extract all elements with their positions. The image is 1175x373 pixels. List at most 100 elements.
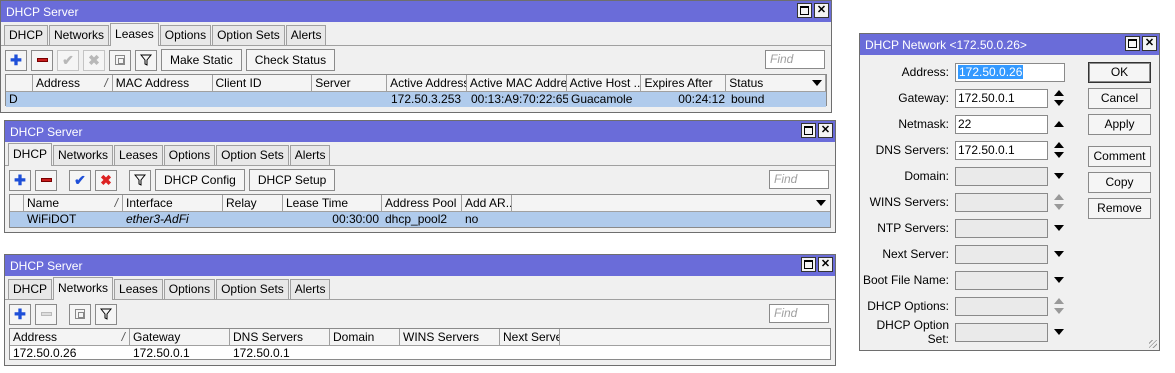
find-input[interactable]: Find — [769, 304, 829, 323]
column-header-active-host[interactable]: Active Host ... — [567, 75, 642, 91]
boot-file-field[interactable] — [955, 270, 1048, 290]
column-header-address-pool[interactable]: Address Pool — [382, 195, 462, 211]
netmask-field[interactable]: 22 — [955, 114, 1048, 134]
tab-networks[interactable]: Networks — [49, 25, 110, 45]
column-header-server[interactable]: Server — [312, 75, 388, 91]
ok-button[interactable]: OK — [1088, 62, 1151, 83]
tab-alerts[interactable]: Alerts — [289, 145, 331, 165]
domain-field[interactable] — [955, 166, 1048, 186]
add-button[interactable]: ✚ — [9, 169, 31, 191]
find-input[interactable]: Find — [765, 50, 825, 69]
tab-dhcp[interactable]: DHCP — [4, 25, 49, 45]
column-header-flag[interactable] — [10, 195, 24, 211]
close-button[interactable]: ✕ — [818, 123, 833, 138]
tab-options[interactable]: Options — [159, 25, 212, 45]
tab-leases[interactable]: Leases — [110, 23, 159, 46]
tab-options[interactable]: Options — [163, 279, 216, 299]
table-row[interactable]: 172.50.0.26 172.50.0.1 172.50.0.1 — [10, 346, 830, 361]
dns-servers-field[interactable]: 172.50.0.1 — [955, 140, 1048, 160]
comment-button[interactable]: Comment — [1088, 146, 1151, 167]
boot-file-expand-icon[interactable] — [1054, 272, 1064, 288]
window-titlebar[interactable]: DHCP Server ✕ — [5, 121, 835, 142]
tab-option-sets[interactable]: Option Sets — [216, 279, 289, 299]
column-header-domain[interactable]: Domain — [330, 329, 400, 345]
ntp-servers-expand-icon[interactable] — [1054, 220, 1064, 236]
dhcp-setup-button[interactable]: DHCP Setup — [248, 169, 336, 191]
tab-leases[interactable]: Leases — [114, 145, 163, 165]
close-button[interactable]: ✕ — [1142, 36, 1157, 51]
column-header-add-arp[interactable]: Add AR... — [462, 195, 512, 211]
remove-button[interactable] — [35, 169, 57, 191]
next-server-field[interactable] — [955, 244, 1048, 264]
check-status-button[interactable]: Check Status — [245, 49, 336, 71]
disable-button[interactable]: ✖ — [83, 49, 105, 71]
tab-options[interactable]: Options — [163, 145, 216, 165]
filter-icon[interactable] — [129, 169, 151, 191]
close-button[interactable]: ✕ — [818, 257, 833, 272]
maximize-button[interactable] — [801, 123, 816, 138]
add-button[interactable]: ✚ — [9, 303, 31, 325]
domain-expand-icon[interactable] — [1054, 168, 1064, 184]
column-header-flag[interactable] — [6, 75, 33, 91]
apply-button[interactable]: Apply — [1088, 114, 1151, 135]
cancel-button[interactable]: Cancel — [1088, 88, 1151, 109]
column-header-relay[interactable]: Relay — [223, 195, 283, 211]
dns-servers-updown-icon[interactable] — [1054, 142, 1064, 158]
column-header-next-server[interactable]: Next Server — [500, 329, 560, 345]
gateway-updown-icon[interactable] — [1054, 90, 1064, 106]
enable-button[interactable]: ✔ — [57, 49, 79, 71]
column-header-expires-after[interactable]: Expires After — [641, 75, 727, 91]
make-static-button[interactable]: Make Static — [161, 49, 242, 71]
maximize-button[interactable] — [801, 257, 816, 272]
column-header-address[interactable]: Address / — [33, 75, 113, 91]
filter-icon[interactable] — [135, 49, 157, 71]
dhcp-options-updown-icon[interactable] — [1054, 298, 1064, 314]
columns-dropdown-icon[interactable] — [816, 200, 826, 206]
gateway-field[interactable]: 172.50.0.1 — [955, 88, 1048, 108]
column-header-gateway[interactable]: Gateway — [130, 329, 230, 345]
column-header-address[interactable]: Address / — [10, 329, 130, 345]
column-header-wins-servers[interactable]: WINS Servers — [400, 329, 500, 345]
column-header-interface[interactable]: Interface — [123, 195, 223, 211]
enable-button[interactable]: ✔ — [69, 169, 91, 191]
address-field[interactable]: 172.50.0.26 — [955, 62, 1065, 82]
option-set-field[interactable] — [955, 322, 1048, 342]
window-titlebar[interactable]: DHCP Server ✕ — [5, 255, 835, 276]
option-set-expand-icon[interactable] — [1054, 324, 1064, 340]
table-row[interactable]: D 172.50.3.253 00:13:A9:70:22:65 Guacamo… — [6, 92, 826, 107]
column-header-name[interactable]: Name / — [24, 195, 123, 211]
tab-alerts[interactable]: Alerts — [289, 279, 331, 299]
tab-option-sets[interactable]: Option Sets — [212, 25, 285, 45]
wins-servers-updown-icon[interactable] — [1054, 194, 1064, 210]
table-row[interactable]: WiFiDOT ether3-AdFi 00:30:00 dhcp_pool2 … — [10, 212, 830, 227]
tab-dhcp[interactable]: DHCP — [8, 143, 53, 166]
disable-button[interactable]: ✖ — [95, 169, 117, 191]
column-header-active-address[interactable]: Active Address — [387, 75, 467, 91]
remove-button[interactable]: Remove — [1088, 198, 1151, 219]
wins-servers-field[interactable] — [955, 192, 1048, 212]
remove-button[interactable] — [35, 303, 57, 325]
dhcp-options-field[interactable] — [955, 296, 1048, 316]
netmask-collapse-icon[interactable] — [1054, 116, 1064, 132]
column-header-mac-address[interactable]: MAC Address — [113, 75, 213, 91]
column-header-client-id[interactable]: Client ID — [213, 75, 313, 91]
resize-grip-icon[interactable] — [1149, 340, 1157, 348]
add-button[interactable]: ✚ — [5, 49, 27, 71]
ntp-servers-field[interactable] — [955, 218, 1048, 238]
column-header-active-mac[interactable]: Active MAC Addre... — [467, 75, 567, 91]
dialog-titlebar[interactable]: DHCP Network <172.50.0.26> ✕ — [860, 34, 1159, 55]
columns-dropdown-icon[interactable] — [812, 80, 822, 86]
tab-alerts[interactable]: Alerts — [285, 25, 327, 45]
close-button[interactable]: ✕ — [814, 3, 829, 18]
maximize-button[interactable] — [797, 3, 812, 18]
tab-networks[interactable]: Networks — [53, 277, 114, 300]
dhcp-config-button[interactable]: DHCP Config — [155, 169, 245, 191]
column-header-lease-time[interactable]: Lease Time — [283, 195, 382, 211]
column-header-dns-servers[interactable]: DNS Servers — [230, 329, 330, 345]
tab-dhcp[interactable]: DHCP — [8, 279, 53, 299]
window-titlebar[interactable]: DHCP Server ✕ — [1, 1, 831, 22]
tab-leases[interactable]: Leases — [114, 279, 163, 299]
next-server-expand-icon[interactable] — [1054, 246, 1064, 262]
tab-option-sets[interactable]: Option Sets — [216, 145, 289, 165]
tab-networks[interactable]: Networks — [53, 145, 114, 165]
